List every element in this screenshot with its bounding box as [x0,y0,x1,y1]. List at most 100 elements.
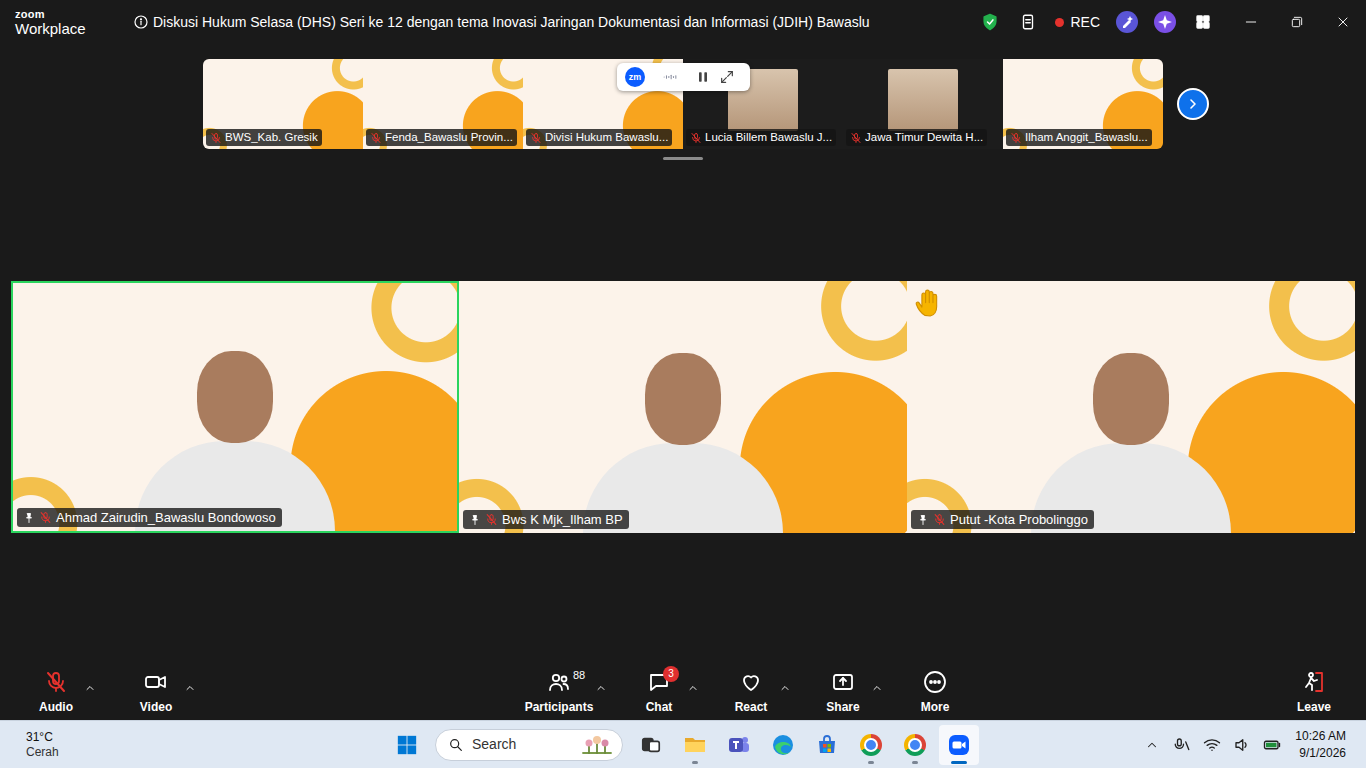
muted-mic-icon [39,511,52,524]
thumbnail[interactable]: BWS_Kab. Gresik [203,59,363,149]
muted-mic-icon [1010,132,1022,144]
thumbnail[interactable]: Ilham Anggit_Bawaslu... [1003,59,1163,149]
teams-icon [727,733,751,757]
notes-button[interactable] [1011,5,1045,39]
options-caret[interactable] [595,675,607,699]
toolbar-left: Audio Video [0,660,200,720]
icon-row [44,669,68,695]
taskbar-app[interactable] [631,725,671,765]
options-caret[interactable] [687,675,699,699]
close-button[interactable] [1320,0,1366,44]
taskbar-app[interactable] [675,725,715,765]
taskbar-app[interactable] [763,725,803,765]
react-button[interactable]: React [711,660,791,720]
icon-row: 88 [547,669,571,695]
button-label: Video [140,698,172,716]
chat-button[interactable]: 3Chat [619,660,699,720]
audio-button[interactable]: Audio [16,660,96,720]
muted-mic-icon [485,513,498,526]
caret-up-icon [779,682,791,694]
participant-name: Bws K Mjk_Ilham BP [502,511,623,528]
video-tile[interactable]: Bws K Mjk_Ilham BP [459,281,907,533]
encryption-button[interactable] [973,5,1007,39]
ai-companion-button[interactable] [1110,5,1144,39]
wifi-icon [1203,736,1221,754]
leave-button[interactable]: Leave [1274,660,1354,720]
weather-condition: Cerah [26,745,300,760]
volume-button[interactable] [1231,733,1253,757]
recording-indicator[interactable]: REC [1049,5,1106,39]
participant-head [645,353,721,445]
minimize-button[interactable] [1228,0,1274,44]
participant-video [1031,343,1231,533]
close-icon [1335,14,1351,30]
share-button[interactable]: Share [803,660,883,720]
wifi-button[interactable] [1201,733,1223,757]
window-controls [1228,0,1366,44]
thumbnail[interactable]: Jawa Timur Dewita H... [843,59,1003,149]
app-icon [860,734,882,756]
pause-recording-button[interactable] [695,69,711,85]
app-icon [815,733,839,757]
running-indicator [912,761,918,764]
strip-resize-handle[interactable] [663,157,703,160]
taskbar-app[interactable] [895,725,935,765]
pin-icon [469,514,481,526]
button-label: React [735,698,768,716]
options-caret[interactable] [779,675,791,699]
thumbnail[interactable]: Fenda_Bawaslu Provin... [363,59,523,149]
battery-icon [1261,736,1283,754]
ai-assistant-button[interactable] [1148,5,1182,39]
location-button[interactable] [1171,733,1193,757]
muted-mic-icon [933,513,946,526]
windows-logo-icon [396,734,418,756]
more-button[interactable]: More [895,660,975,720]
share-screen-icon [831,670,855,694]
zoom-app-icon [947,733,971,757]
pin-indicator [469,514,481,526]
store-icon [815,733,839,757]
participants-button[interactable]: 88Participants [511,660,607,720]
running-indicator [868,761,874,764]
taskbar-app[interactable] [807,725,847,765]
meeting-area: BWS_Kab. GresikFenda_Bawaslu Provin...Di… [0,44,1366,660]
start-button[interactable] [387,725,427,765]
options-caret[interactable] [184,675,196,699]
raised-hand-icon [912,285,946,323]
taskbar-app[interactable] [851,725,891,765]
battery-button[interactable] [1261,733,1283,757]
restore-button[interactable] [1274,0,1320,44]
chrome-icon [860,734,882,756]
recording-widget: zm [617,63,750,91]
video-tile[interactable]: Ahmad Zairudin_Bawaslu Bondowoso [11,281,459,533]
options-caret[interactable] [871,675,883,699]
video-button[interactable]: Video [116,660,196,720]
options-caret[interactable] [84,675,96,699]
chevron-up-icon [1145,738,1159,752]
running-indicator [951,761,967,764]
taskbar-search[interactable]: Search [435,729,623,761]
video-tile[interactable]: Putut -Kota Probolinggo [907,281,1355,533]
more-icon [923,670,947,694]
next-page-button[interactable] [1177,88,1209,120]
participant-label: Putut -Kota Probolinggo [911,510,1094,529]
icon-row [1302,669,1326,695]
clock[interactable]: 10:26 AM9/1/2026 [1295,728,1346,760]
participant-name: Jawa Timur Dewita H... [865,130,983,145]
chevron-right-icon [1185,96,1201,112]
weather-widget[interactable]: 31°CCerah [0,730,300,760]
document-icon [1019,13,1037,31]
info-icon [133,14,149,30]
taskbar-app[interactable] [939,725,979,765]
sparkle-icon [1153,10,1177,34]
participant-video [583,343,783,533]
title-bar: zoomWorkplaceDiskusi Hukum Selasa (DHS) … [0,0,1366,44]
edge-icon [771,733,795,757]
view-button[interactable] [1186,5,1220,39]
raised-hand [18,287,54,327]
flowers-icon [580,733,614,757]
taskbar-app[interactable] [719,725,759,765]
hidden-icons-button[interactable] [1141,733,1163,757]
expand-button[interactable] [719,69,735,85]
shield-icon [980,12,1000,32]
